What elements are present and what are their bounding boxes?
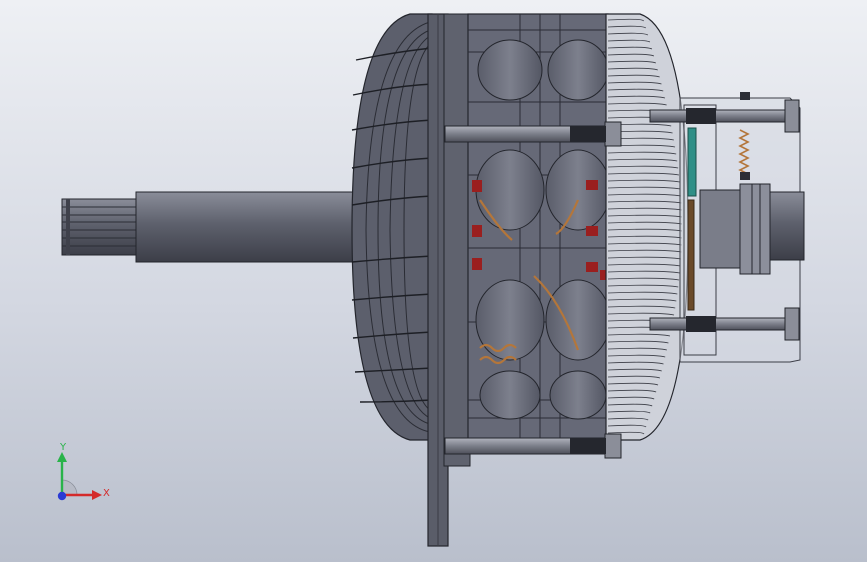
- z-axis-dot-icon: [57, 491, 67, 501]
- main-shaft: [135, 191, 363, 263]
- graphics-viewport[interactable]: Y X: [0, 0, 867, 562]
- spline-shaft: [61, 198, 139, 256]
- front-flange: [427, 13, 471, 547]
- alternator-model[interactable]: [0, 0, 867, 562]
- x-axis-label: X: [103, 488, 110, 499]
- front-fan-housing: [351, 13, 433, 441]
- coordinate-triad: Y X: [40, 440, 120, 510]
- y-axis-label: Y: [60, 442, 67, 453]
